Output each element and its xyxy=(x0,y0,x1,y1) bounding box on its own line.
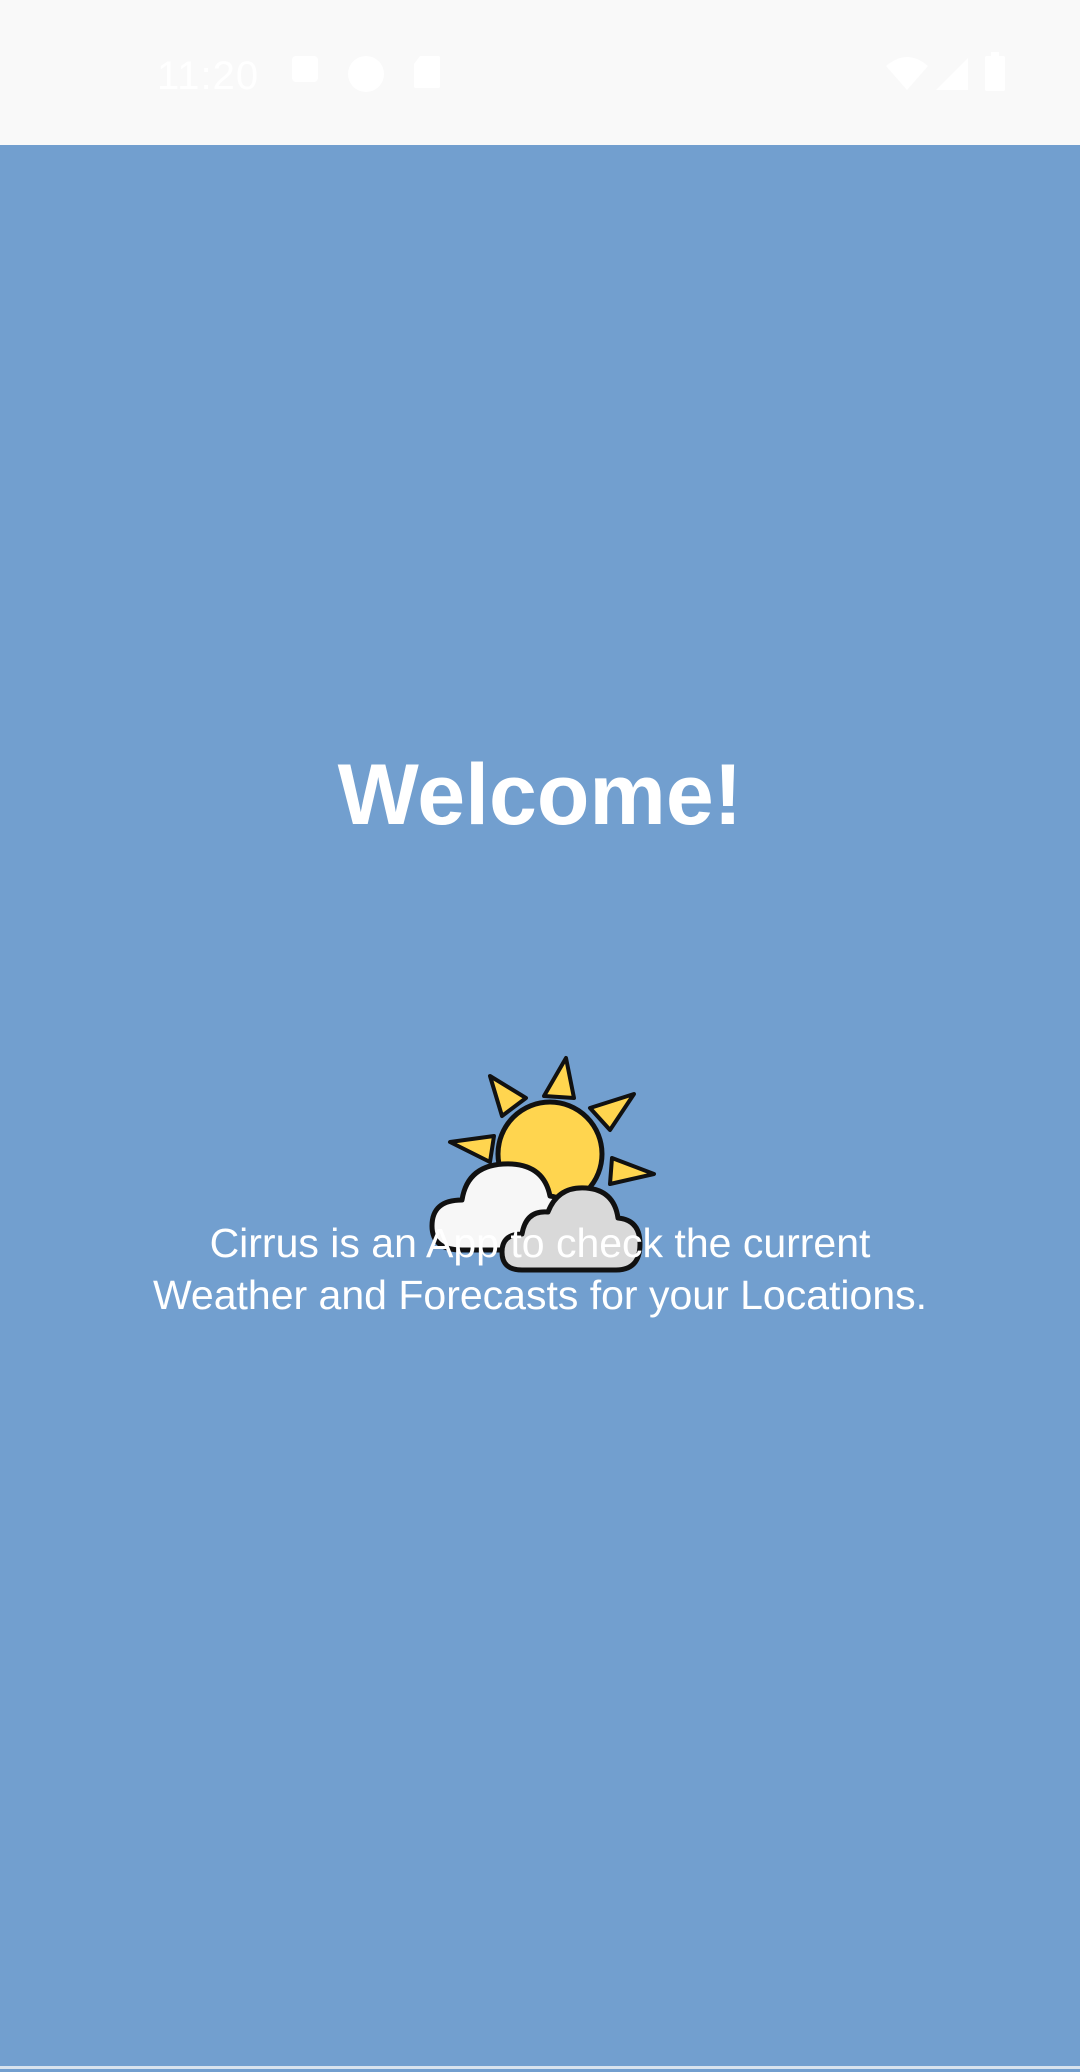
app-description: Cirrus is an App to check the current We… xyxy=(90,1217,990,1321)
gesture-nav-line xyxy=(0,2066,1080,2069)
status-bar: 11:20 xyxy=(0,0,1080,145)
wifi-icon xyxy=(884,56,930,97)
cell-signal-icon xyxy=(934,56,970,97)
sd-card-icon xyxy=(412,54,442,95)
notification-p-icon xyxy=(346,54,386,99)
welcome-title: Welcome! xyxy=(337,747,743,843)
status-time: 11:20 xyxy=(157,54,260,98)
description-line-1: Cirrus is an App to check the current xyxy=(209,1220,871,1266)
battery-icon xyxy=(984,52,1006,97)
notification-a-icon xyxy=(290,54,320,89)
description-line-2: Weather and Forecasts for your Locations… xyxy=(152,1272,928,1318)
